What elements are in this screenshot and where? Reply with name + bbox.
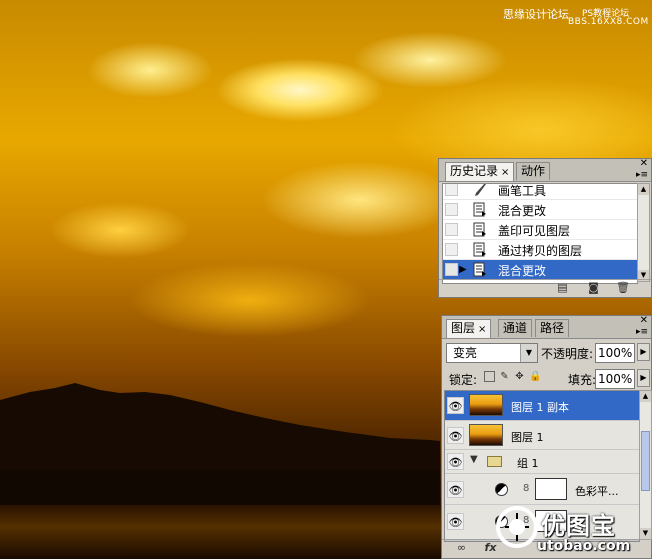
layer-thumbnail <box>469 394 503 416</box>
logo-text-en: utobao.com <box>537 538 631 554</box>
fill-value: 100% <box>598 372 633 386</box>
tab-actions[interactable]: 动作 <box>516 162 551 180</box>
opacity-label: 不透明度: <box>541 347 594 361</box>
opacity-value: 100% <box>598 346 633 360</box>
visibility-eye-icon[interactable]: 👁 <box>447 481 464 498</box>
adjustment-layer-icon <box>495 483 508 496</box>
history-scrollbar[interactable]: ▲ ▼ <box>637 183 650 282</box>
utobao-logo: 优图宝 utobao.com <box>495 503 652 559</box>
tab-channels[interactable]: 通道 <box>498 319 533 337</box>
snapshot-icon[interactable]: ◙ <box>587 282 600 294</box>
fill-slider-arrow-icon[interactable]: ▶ <box>637 369 650 387</box>
tab-channels-label: 通道 <box>503 321 528 335</box>
blend-mode-select[interactable]: 变亮 ▼ <box>446 343 538 363</box>
history-tabbar: 历史记录 × 动作 ✕ ▸≡ <box>439 158 651 182</box>
watermark-site-cn: 思缘设计论坛 <box>503 8 569 21</box>
logo-text-cn: 优图宝 <box>541 512 616 540</box>
expand-triangle-icon[interactable]: ▼ <box>470 454 478 465</box>
layers-tabbar: 图层 × 通道 路径 ✕ ▸≡ <box>442 315 651 339</box>
visibility-eye-icon[interactable]: 👁 <box>447 427 464 444</box>
history-state-icon <box>473 202 486 217</box>
history-source-checkbox[interactable] <box>445 184 458 196</box>
tab-actions-label: 动作 <box>521 164 546 178</box>
tab-paths[interactable]: 路径 <box>535 319 570 337</box>
visibility-eye-icon[interactable]: 👁 <box>447 513 464 530</box>
history-item-label: 混合更改 <box>498 204 547 218</box>
layer-name: 图层 1 副本 <box>511 401 569 414</box>
panel-menu-icon[interactable]: ▸≡ <box>636 327 648 337</box>
history-source-checkbox[interactable] <box>445 263 458 276</box>
opacity-input[interactable]: 100% <box>595 343 635 363</box>
layer-name: 图层 1 <box>511 431 544 444</box>
opacity-slider-arrow-icon[interactable]: ▶ <box>637 343 650 361</box>
lock-move-icon[interactable]: ✥ <box>514 371 525 382</box>
logo-mark-icon <box>496 506 538 548</box>
history-source-checkbox[interactable] <box>445 243 458 256</box>
history-source-checkbox[interactable] <box>445 223 458 236</box>
layer-mask-thumbnail <box>535 478 567 500</box>
tab-layers-label: 图层 <box>451 321 476 335</box>
blend-mode-value: 变亮 <box>453 346 478 360</box>
panel-menu-icon[interactable]: ▸≡ <box>636 170 648 180</box>
new-document-from-state-icon[interactable]: ▤ <box>556 282 569 294</box>
history-item-4[interactable]: ▶ 混合更改 <box>443 260 637 280</box>
history-item-3[interactable]: 通过拷贝的图层 <box>443 240 637 260</box>
layer-row-2[interactable]: 👁 ▼ 组 1 <box>445 450 639 474</box>
panel-close-icon[interactable]: ✕ <box>640 315 648 326</box>
chevron-down-icon[interactable]: ▼ <box>520 344 537 362</box>
brush-icon <box>475 184 486 196</box>
scroll-up-icon[interactable]: ▲ <box>640 391 651 402</box>
visibility-eye-icon[interactable]: 👁 <box>447 453 464 470</box>
layer-row-1[interactable]: 👁 图层 1 <box>445 421 639 450</box>
layer-name: 组 1 <box>517 457 539 470</box>
history-item-1[interactable]: 混合更改 <box>443 200 637 220</box>
visibility-eye-icon[interactable]: 👁 <box>447 397 464 414</box>
layer-row-3[interactable]: 👁 8 色彩平... <box>445 474 639 505</box>
link-icon[interactable]: 8 <box>523 483 529 494</box>
close-icon[interactable]: × <box>478 324 486 335</box>
tab-history-label: 历史记录 <box>450 164 499 178</box>
fill-input[interactable]: 100% <box>595 369 635 389</box>
tab-history[interactable]: 历史记录 × <box>445 162 515 181</box>
layer-name: 色彩平... <box>575 485 619 498</box>
history-item-2[interactable]: 盖印可见图层 <box>443 220 637 240</box>
lock-brush-icon[interactable]: ✎ <box>499 371 510 382</box>
history-state-icon <box>473 222 486 237</box>
scroll-up-icon[interactable]: ▲ <box>638 184 649 195</box>
scroll-thumb[interactable] <box>641 431 650 491</box>
history-item-0[interactable]: 画笔工具 <box>443 184 637 200</box>
close-icon[interactable]: × <box>501 167 509 178</box>
link-icon[interactable]: ∞ <box>455 542 468 554</box>
history-item-label: 画笔工具 <box>498 184 547 198</box>
layer-thumbnail <box>469 424 503 446</box>
history-item-label: 通过拷贝的图层 <box>498 244 583 258</box>
layer-row-0[interactable]: 👁 图层 1 副本 <box>445 391 639 421</box>
folder-icon <box>487 456 502 467</box>
lock-transparent-icon[interactable] <box>484 371 495 382</box>
history-list: 画笔工具 混合更改 盖印可见图层 通过拷贝的图层 ▶ 混合更改 <box>442 183 638 284</box>
fill-label: 填充: <box>568 373 597 387</box>
watermark-bbs: BBS.16XX8.COM <box>568 17 649 27</box>
tab-paths-label: 路径 <box>540 321 565 335</box>
history-footer: ▤ ◙ 🗑 <box>439 279 651 297</box>
current-state-marker-icon: ▶ <box>459 264 467 275</box>
tab-layers[interactable]: 图层 × <box>446 319 492 338</box>
lock-label: 锁定: <box>449 373 478 387</box>
lock-all-icon[interactable]: 🔒 <box>529 371 541 382</box>
panel-close-icon[interactable]: ✕ <box>640 158 648 169</box>
trash-icon[interactable]: 🗑 <box>616 282 630 294</box>
history-item-label: 盖印可见图层 <box>498 224 571 238</box>
history-source-checkbox[interactable] <box>445 203 458 216</box>
history-panel: 历史记录 × 动作 ✕ ▸≡ 画笔工具 混合更改 盖印可见图层 通过拷贝的图层 … <box>438 158 652 298</box>
history-item-label: 混合更改 <box>498 264 547 278</box>
history-state-icon <box>473 242 486 257</box>
history-state-icon <box>473 262 486 277</box>
